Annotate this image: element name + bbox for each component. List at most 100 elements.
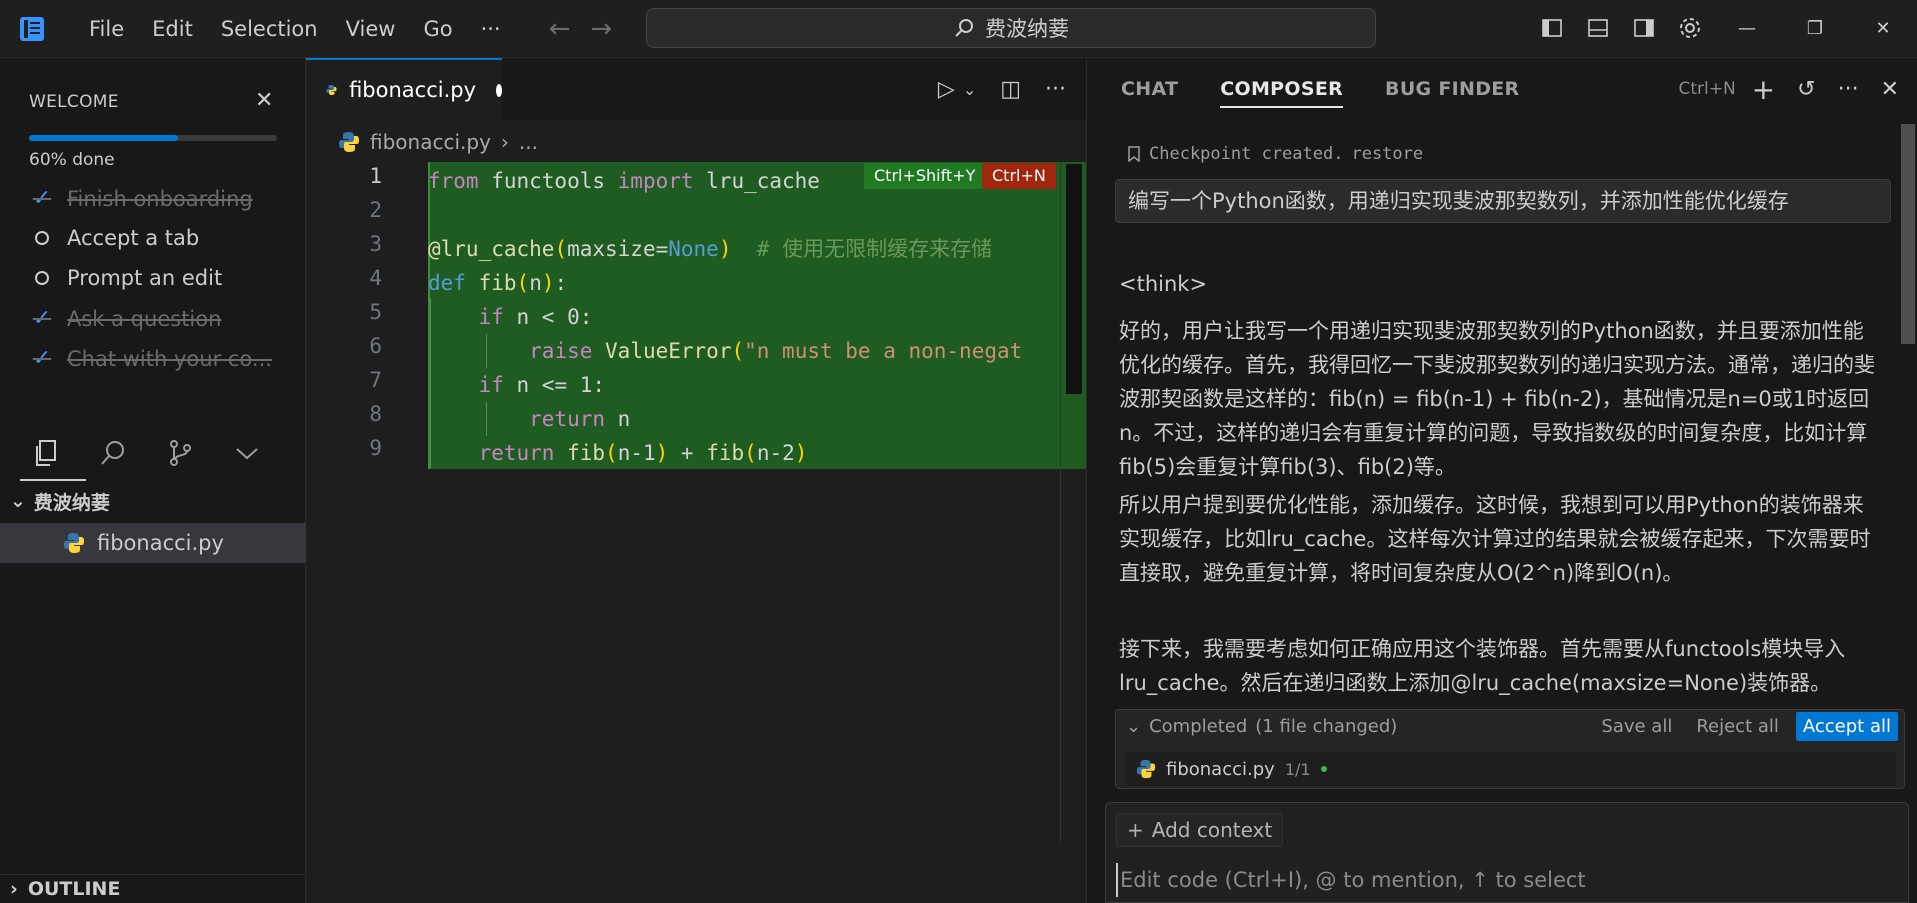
more-actions-icon[interactable]: ··· <box>1838 77 1859 102</box>
onboarding-item-accept-tab[interactable]: Accept a tab <box>29 226 199 250</box>
code-line-5[interactable]: if n < 0: <box>428 300 1068 334</box>
changed-file-count: 1/1 <box>1284 759 1311 779</box>
checkpoint-text: Checkpoint created. <box>1149 144 1344 164</box>
menu-more[interactable]: ··· <box>467 9 515 49</box>
unsaved-dot-icon[interactable] <box>496 83 502 97</box>
command-center-search[interactable]: 费波纳菨 <box>646 8 1376 48</box>
close-window-button[interactable]: ✕ <box>1849 0 1917 56</box>
code-line-7[interactable]: if n <= 1: <box>428 368 1068 402</box>
plus-icon[interactable]: + <box>1752 73 1775 106</box>
explorer-folder-header[interactable]: ⌄ 费波纳菨 <box>0 485 306 517</box>
back-arrow-icon[interactable]: ← <box>549 14 571 44</box>
menu-selection[interactable]: Selection <box>207 9 332 49</box>
line-number: 7 <box>369 368 382 392</box>
think-tag: <think> <box>1119 272 1208 296</box>
settings-gear-icon[interactable] <box>1667 0 1713 56</box>
onboarding-item-prompt-edit[interactable]: Prompt an edit <box>29 266 222 290</box>
welcome-close-icon[interactable]: ✕ <box>255 88 273 113</box>
plus-icon: + <box>1127 818 1144 842</box>
toggle-panel-icon[interactable] <box>1575 0 1621 56</box>
history-icon[interactable]: ↺ <box>1797 77 1815 102</box>
python-file-icon <box>326 84 337 96</box>
line-number: 2 <box>369 198 382 222</box>
checkmark-icon: ✓ <box>32 306 52 331</box>
explorer-file-fibonacci[interactable]: fibonacci.py <box>0 523 306 563</box>
app-logo-icon <box>17 14 47 44</box>
checkpoint-restore-link[interactable]: restore <box>1351 144 1423 164</box>
code-line-2[interactable] <box>428 198 1068 232</box>
onboarding-progress-fill <box>29 135 178 141</box>
forward-arrow-icon[interactable]: → <box>590 14 612 44</box>
search-text: 费波纳菨 <box>985 17 1069 41</box>
menu-bar: File Edit Selection View Go ··· <box>75 9 515 49</box>
run-dropdown-chevron-icon[interactable]: ⌄ <box>963 80 976 99</box>
split-editor-icon[interactable]: ◫ <box>1000 77 1021 102</box>
breadcrumb-symbol[interactable]: ... <box>519 130 538 154</box>
code-line-8[interactable]: return n <box>428 402 1068 436</box>
onboarding-item-label: Chat with your co... <box>67 346 272 371</box>
line-number: 4 <box>369 266 382 290</box>
accept-all-button[interactable]: Accept all <box>1795 712 1898 741</box>
toggle-primary-sidebar-icon[interactable] <box>1529 0 1575 56</box>
menu-edit[interactable]: Edit <box>138 9 207 49</box>
chevron-down-icon[interactable] <box>231 437 263 469</box>
minimize-button[interactable]: — <box>1713 0 1781 56</box>
search-view-icon[interactable] <box>97 437 129 469</box>
onboarding-item-finish-onboarding[interactable]: ✓ Finish onboarding <box>29 186 253 211</box>
changes-summary: ⌄ Completed (1 file changed) Save all Re… <box>1115 709 1905 789</box>
onboarding-progress-bar <box>29 135 277 141</box>
composer-input[interactable]: Edit code (Ctrl+I), @ to mention, ↑ to s… <box>1116 863 1896 897</box>
chevron-down-icon: ⌄ <box>10 490 26 512</box>
nav-arrows: ← → <box>549 14 613 44</box>
onboarding-item-chat-codebase[interactable]: ✓ Chat with your co... <box>29 346 272 371</box>
code-line-9[interactable]: return fib(n-1) + fib(n-2) <box>428 436 1068 470</box>
code-line-3[interactable]: @lru_cache(maxsize=None) # 使用无限制缓存来存储 <box>428 232 1068 266</box>
user-message-bubble[interactable]: 编写一个Python函数，用递归实现斐波那契数列，并添加性能优化缓存 <box>1115 179 1891 223</box>
code-line-4[interactable]: def fib(n): <box>428 266 1068 300</box>
add-context-button[interactable]: + Add context <box>1116 813 1284 847</box>
menu-view[interactable]: View <box>332 9 410 49</box>
reject-diff-badge[interactable]: Ctrl+N <box>982 163 1056 189</box>
menu-go[interactable]: Go <box>409 9 466 49</box>
assistant-paragraph: 接下来，我需要考虑如何正确应用这个装饰器。首先需要从functools模块导入l… <box>1119 637 1846 695</box>
changes-status: Completed <box>1149 716 1248 737</box>
code-line-6[interactable]: raise ValueError("n must be a non-negat <box>428 334 1068 368</box>
tab-composer[interactable]: COMPOSER <box>1220 78 1344 108</box>
composer-panel: CHAT COMPOSER BUG FINDER Ctrl+N + ↺ ··· … <box>1086 58 1917 903</box>
chevron-right-icon: › <box>10 878 18 900</box>
close-icon[interactable]: ✕ <box>1881 77 1899 102</box>
tab-label: fibonacci.py <box>349 78 477 102</box>
breadcrumb-file[interactable]: fibonacci.py <box>370 130 491 154</box>
file-name: fibonacci.py <box>97 531 224 555</box>
editor-scrollbar[interactable] <box>1066 164 1082 394</box>
toggle-secondary-sidebar-icon[interactable] <box>1621 0 1667 56</box>
changes-header[interactable]: ⌄ Completed (1 file changed) <box>1126 716 1397 737</box>
search-icon <box>955 19 973 37</box>
welcome-title: WELCOME <box>29 92 119 112</box>
chat-scrollbar[interactable] <box>1901 124 1915 344</box>
assistant-paragraph: 所以用户提到要优化性能，添加缓存。这时候，我想到可以用Python的装饰器来实现… <box>1119 493 1871 585</box>
line-number: 8 <box>369 402 382 426</box>
editor-tab-fibonacci[interactable]: fibonacci.py <box>306 58 502 120</box>
tab-chat[interactable]: CHAT <box>1121 78 1178 100</box>
save-all-button[interactable]: Save all <box>1594 712 1679 741</box>
onboarding-item-ask-question[interactable]: ✓ Ask a question <box>29 306 222 331</box>
onboarding-progress-label: 60% done <box>29 150 115 170</box>
more-actions-icon[interactable]: ··· <box>1045 77 1066 102</box>
menu-file[interactable]: File <box>75 9 138 49</box>
onboarding-item-label: Accept a tab <box>67 226 200 250</box>
source-control-icon[interactable] <box>164 437 196 469</box>
reject-all-button[interactable]: Reject all <box>1689 712 1786 741</box>
editor-scroll-edge <box>1060 162 1061 842</box>
editor-tab-bar: fibonacci.py ▷ ⌄ ◫ ··· <box>306 58 1086 120</box>
run-play-icon[interactable]: ▷ <box>938 77 955 102</box>
bookmark-icon <box>1128 146 1140 162</box>
explorer-files-icon[interactable] <box>30 437 62 469</box>
folder-name: 费波纳菨 <box>33 491 110 514</box>
outline-section-header[interactable]: › OUTLINE <box>0 874 306 903</box>
tab-bug-finder[interactable]: BUG FINDER <box>1385 78 1519 100</box>
add-context-label: Add context <box>1151 818 1273 842</box>
restore-button[interactable]: ❐ <box>1781 0 1849 56</box>
changed-file-row[interactable]: fibonacci.py 1/1 <box>1126 752 1896 786</box>
accept-diff-badge[interactable]: Ctrl+Shift+Y <box>864 163 986 189</box>
